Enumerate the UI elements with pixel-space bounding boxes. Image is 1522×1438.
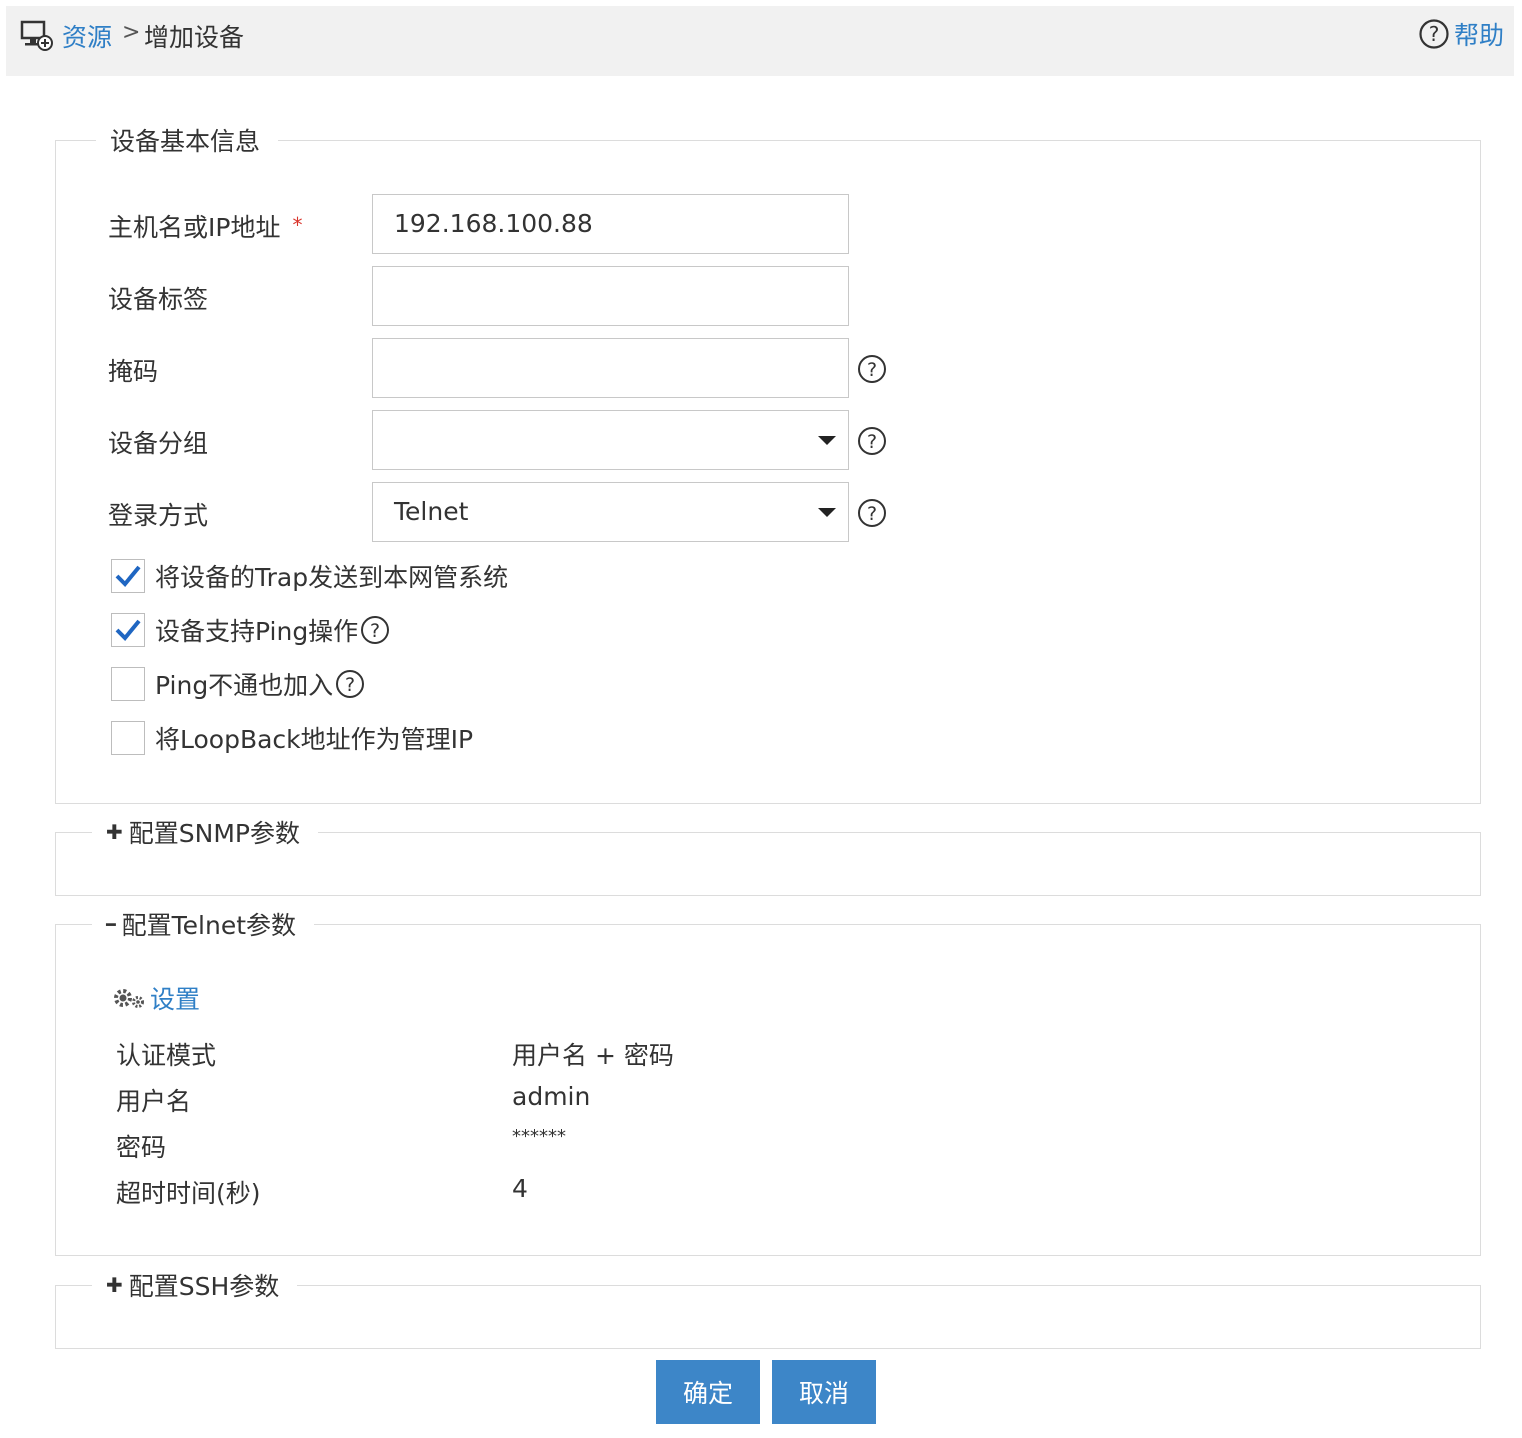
svg-text:?: ? [1429, 22, 1440, 46]
timeout-value: 4 [512, 1174, 528, 1203]
svg-text:?: ? [867, 431, 877, 453]
mask-label: 掩码 [108, 357, 159, 386]
ssh-legend[interactable]: ✚ 配置SSH参数 [92, 1267, 298, 1303]
question-circle-icon: ? [1419, 19, 1449, 49]
login-select[interactable]: Telnet [372, 482, 849, 542]
group-select[interactable] [372, 410, 849, 470]
telnet-section [55, 924, 1481, 1256]
expand-plus-icon: ✚ [106, 1273, 123, 1297]
cancel-button[interactable]: 取消 [772, 1360, 876, 1424]
check-icon [115, 565, 141, 587]
telnet-title: 配置Telnet参数 [121, 911, 297, 940]
help-link[interactable]: ? 帮助 [1418, 16, 1504, 52]
ok-button[interactable]: 确定 [656, 1360, 760, 1424]
checkbox-trap-row: 将设备的Trap发送到本网管系统 [111, 557, 508, 595]
svg-text:?: ? [867, 359, 877, 381]
ping-fail-checkbox[interactable] [111, 667, 145, 701]
auth-mode-key: 认证模式 [116, 1041, 217, 1070]
mask-input[interactable] [372, 338, 849, 398]
trap-checkbox[interactable] [111, 559, 145, 593]
expand-plus-icon: ✚ [106, 820, 123, 844]
checkbox-loopback-row: 将LoopBack地址作为管理IP [111, 719, 473, 757]
ping-checkbox-label: 设备支持Ping操作 [155, 617, 359, 646]
host-label-text: 主机名或IP地址 [108, 213, 281, 242]
ping-fail-checkbox-label: Ping不通也加入 [155, 671, 334, 700]
ping-fail-help-icon[interactable]: ? [335, 669, 365, 699]
group-label: 设备分组 [108, 429, 209, 458]
snmp-title: 配置SNMP参数 [128, 819, 300, 848]
svg-text:?: ? [345, 674, 355, 696]
password-key: 密码 [116, 1133, 167, 1162]
basic-info-legend: 设备基本信息 [96, 122, 279, 158]
password-value: ****** [512, 1126, 566, 1147]
chevron-down-icon [818, 508, 836, 517]
host-label: 主机名或IP地址 * [108, 208, 302, 244]
timeout-key: 超时时间(秒) [116, 1179, 261, 1208]
svg-text:?: ? [370, 620, 380, 642]
basic-info-title: 设备基本信息 [110, 127, 261, 156]
ping-help-icon[interactable]: ? [360, 615, 390, 645]
telnet-legend[interactable]: ━ 配置Telnet参数 [92, 906, 315, 942]
host-input[interactable]: 192.168.100.88 [372, 194, 849, 254]
login-help-icon[interactable]: ? [857, 498, 887, 528]
loopback-checkbox-label: 将LoopBack地址作为管理IP [155, 725, 474, 754]
snmp-legend[interactable]: ✚ 配置SNMP参数 [92, 814, 318, 850]
auth-mode-value: 用户名 + 密码 [512, 1041, 674, 1070]
chevron-down-icon [818, 436, 836, 445]
username-key: 用户名 [116, 1087, 192, 1116]
device-add-icon [20, 20, 53, 51]
login-select-value: Telnet [394, 497, 469, 526]
breadcrumb-separator: > [122, 20, 141, 45]
trap-checkbox-label: 将设备的Trap发送到本网管系统 [155, 563, 509, 592]
collapse-minus-icon: ━ [106, 914, 116, 934]
telnet-settings-link[interactable]: 设置 [112, 980, 200, 1016]
breadcrumb-root-link[interactable]: 资源 [62, 18, 112, 54]
loopback-checkbox[interactable] [111, 721, 145, 755]
help-label: 帮助 [1454, 21, 1505, 50]
ssh-title: 配置SSH参数 [128, 1272, 280, 1301]
required-mark: * [292, 213, 303, 237]
mask-help-icon[interactable]: ? [857, 354, 887, 384]
settings-label: 设置 [150, 985, 201, 1014]
ping-checkbox[interactable] [111, 613, 145, 647]
gear-icon [114, 989, 144, 1008]
check-icon [115, 619, 141, 641]
tag-label: 设备标签 [108, 285, 209, 314]
breadcrumb-current: 增加设备 [144, 23, 245, 52]
tag-input[interactable] [372, 266, 849, 326]
username-value: admin [512, 1082, 591, 1111]
svg-text:?: ? [867, 503, 877, 525]
group-help-icon[interactable]: ? [857, 426, 887, 456]
login-label: 登录方式 [108, 501, 209, 530]
checkbox-ping-row: 设备支持Ping操作 ? [111, 611, 390, 649]
top-bar: 资源 > 增加设备 ? 帮助 [6, 6, 1514, 76]
checkbox-ping-fail-row: Ping不通也加入 ? [111, 665, 365, 703]
